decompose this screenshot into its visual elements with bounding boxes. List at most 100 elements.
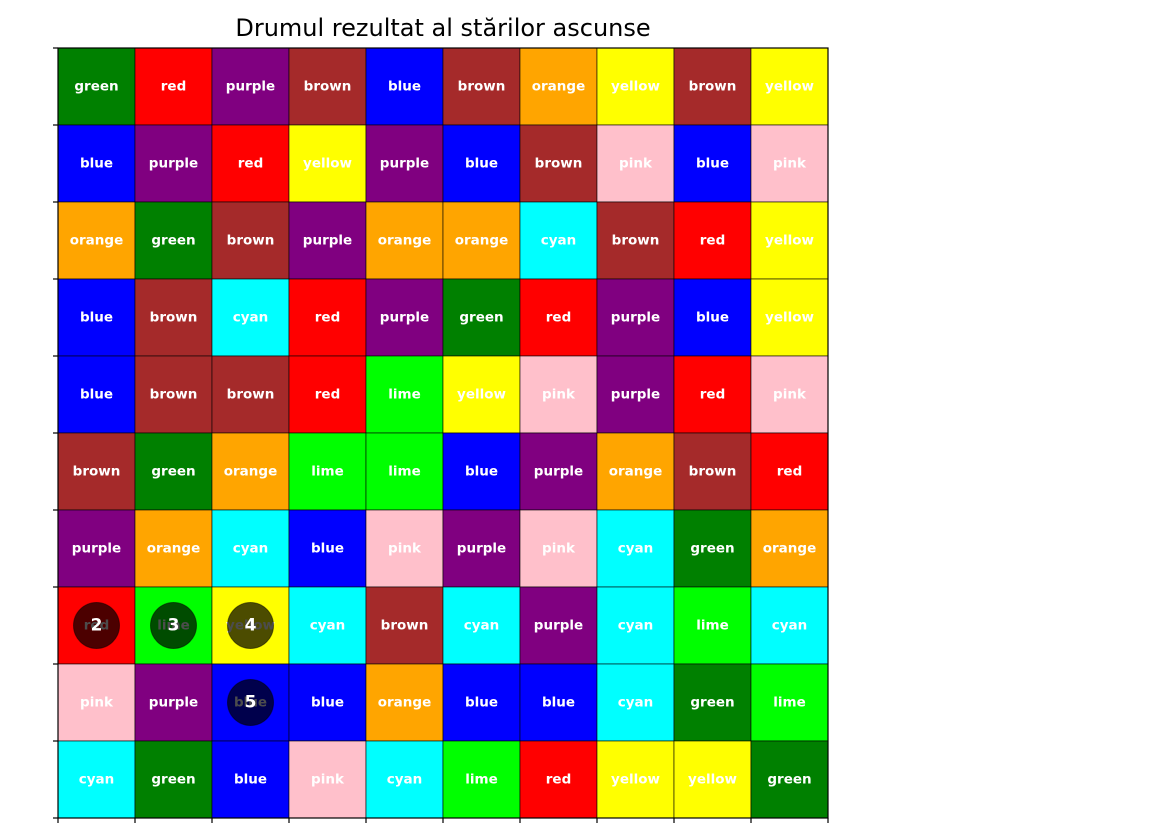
- cell-label-1-9: pink: [773, 156, 807, 172]
- cell-label-4-5: yellow: [457, 387, 506, 403]
- cell-label-6-8: green: [690, 541, 734, 557]
- cell-label-4-1: brown: [150, 387, 198, 403]
- cell-label-9-8: yellow: [688, 772, 737, 788]
- cell-label-1-3: yellow: [303, 156, 352, 172]
- cell-label-0-3: brown: [304, 79, 352, 95]
- cell-label-8-8: green: [690, 695, 734, 711]
- path-step-label-4: 4: [245, 616, 257, 636]
- cell-label-8-7: cyan: [618, 695, 654, 711]
- hidden-state-grid-chart: green red purple brown blue brown orange yellow…: [53, 47, 829, 823]
- cell-label-1-7: pink: [619, 156, 653, 172]
- cell-label-7-3: cyan: [310, 618, 346, 634]
- cell-label-7-9: cyan: [772, 618, 808, 634]
- cell-label-1-4: purple: [380, 156, 429, 172]
- cell-label-3-8: blue: [696, 310, 729, 326]
- cell-label-8-6: blue: [542, 695, 575, 711]
- cell-label-9-5: lime: [465, 772, 497, 788]
- cell-label-2-3: purple: [303, 233, 352, 249]
- cell-label-9-1: green: [151, 772, 195, 788]
- cell-label-6-4: pink: [388, 541, 422, 557]
- cell-label-5-9: red: [777, 464, 802, 480]
- cell-label-3-2: cyan: [233, 310, 269, 326]
- cell-label-2-2: brown: [227, 233, 275, 249]
- cell-label-9-4: cyan: [387, 772, 423, 788]
- cell-label-6-9: orange: [763, 541, 816, 557]
- cell-label-7-7: cyan: [618, 618, 654, 634]
- cell-label-9-2: blue: [234, 772, 267, 788]
- cell-label-5-3: lime: [311, 464, 343, 480]
- cell-label-9-6: red: [546, 772, 571, 788]
- cell-label-7-4: brown: [381, 618, 429, 634]
- cell-label-4-3: red: [315, 387, 340, 403]
- cell-label-3-4: purple: [380, 310, 429, 326]
- cell-label-1-1: purple: [149, 156, 198, 172]
- cell-label-6-7: cyan: [618, 541, 654, 557]
- cell-label-9-9: green: [767, 772, 811, 788]
- cell-label-0-0: green: [74, 79, 118, 95]
- cell-label-2-1: green: [151, 233, 195, 249]
- cell-label-9-7: yellow: [611, 772, 660, 788]
- cell-label-3-3: red: [315, 310, 340, 326]
- cell-label-4-8: red: [700, 387, 725, 403]
- cell-label-2-4: orange: [378, 233, 431, 249]
- cell-label-6-0: purple: [72, 541, 121, 557]
- cell-label-3-5: green: [459, 310, 503, 326]
- cell-label-5-4: lime: [388, 464, 420, 480]
- cell-label-0-8: brown: [689, 79, 737, 95]
- cell-label-1-0: blue: [80, 156, 113, 172]
- cell-label-5-6: purple: [534, 464, 583, 480]
- cell-label-7-5: cyan: [464, 618, 500, 634]
- cell-label-5-1: green: [151, 464, 195, 480]
- cell-label-7-6: purple: [534, 618, 583, 634]
- cell-label-1-8: blue: [696, 156, 729, 172]
- cell-label-4-6: pink: [542, 387, 576, 403]
- cell-label-8-9: lime: [773, 695, 805, 711]
- cell-label-0-7: yellow: [611, 79, 660, 95]
- cell-label-3-6: red: [546, 310, 571, 326]
- cell-label-5-2: orange: [224, 464, 277, 480]
- cell-label-3-1: brown: [150, 310, 198, 326]
- cell-label-8-5: blue: [465, 695, 498, 711]
- cell-label-5-7: orange: [609, 464, 662, 480]
- cell-label-5-0: brown: [73, 464, 121, 480]
- cell-label-4-2: brown: [227, 387, 275, 403]
- cell-label-5-8: brown: [689, 464, 737, 480]
- cell-label-6-6: pink: [542, 541, 576, 557]
- cell-label-6-5: purple: [457, 541, 506, 557]
- path-step-label-3: 3: [168, 616, 180, 636]
- cell-label-2-9: yellow: [765, 233, 814, 249]
- cell-label-6-1: orange: [147, 541, 200, 557]
- cell-label-8-4: orange: [378, 695, 431, 711]
- cell-label-8-3: blue: [311, 695, 344, 711]
- cell-label-0-4: blue: [388, 79, 421, 95]
- cell-label-8-0: pink: [80, 695, 114, 711]
- cell-label-4-0: blue: [80, 387, 113, 403]
- path-step-label-2: 2: [91, 616, 103, 636]
- cell-label-0-2: purple: [226, 79, 275, 95]
- cell-label-4-9: pink: [773, 387, 807, 403]
- path-step-label-5: 5: [245, 693, 257, 713]
- cell-label-2-6: cyan: [541, 233, 577, 249]
- cell-label-2-8: red: [700, 233, 725, 249]
- cell-label-2-5: orange: [455, 233, 508, 249]
- cell-label-9-0: cyan: [79, 772, 115, 788]
- cell-label-1-6: brown: [535, 156, 583, 172]
- cell-label-0-5: brown: [458, 79, 506, 95]
- cell-label-2-7: brown: [612, 233, 660, 249]
- cell-label-4-4: lime: [388, 387, 420, 403]
- cell-label-7-8: lime: [696, 618, 728, 634]
- cell-label-2-0: orange: [70, 233, 123, 249]
- cell-label-8-1: purple: [149, 695, 198, 711]
- cell-label-4-7: purple: [611, 387, 660, 403]
- cell-label-0-9: yellow: [765, 79, 814, 95]
- cell-label-1-2: red: [238, 156, 263, 172]
- cell-label-3-9: yellow: [765, 310, 814, 326]
- cell-label-6-2: cyan: [233, 541, 269, 557]
- cell-label-9-3: pink: [311, 772, 345, 788]
- cell-label-3-7: purple: [611, 310, 660, 326]
- cell-label-6-3: blue: [311, 541, 344, 557]
- cell-label-1-5: blue: [465, 156, 498, 172]
- cell-label-5-5: blue: [465, 464, 498, 480]
- cell-label-0-6: orange: [532, 79, 585, 95]
- cell-label-0-1: red: [161, 79, 186, 95]
